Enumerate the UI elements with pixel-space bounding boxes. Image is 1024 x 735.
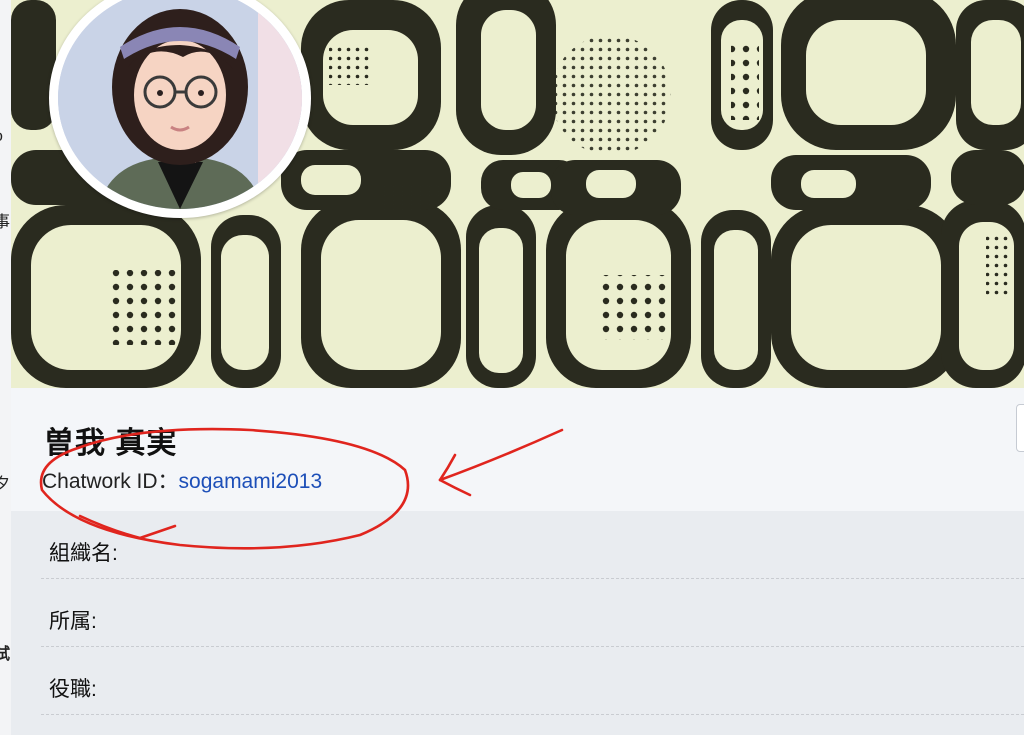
profile-panel: 曽我 真実 Chatwork ID：sogamami2013 組織名: 所属: … [11,0,1024,735]
profile-details: 組織名: 所属: 役職: [11,511,1024,735]
left-edge-text-fragment: 試 [0,640,10,664]
detail-row-organization: 組織名: [41,511,1024,579]
left-edge-text-fragment: o [0,128,3,146]
left-edge-text-fragment: 事 [0,208,10,232]
chatwork-id-label: Chatwork ID： [42,470,179,493]
profile-header: 曽我 真実 Chatwork ID：sogamami2013 [11,388,1024,511]
detail-row-department: 所属: [41,579,1024,647]
chatwork-id-value[interactable]: sogamami2013 [179,470,323,493]
detail-label: 役職: [49,678,97,701]
detail-row-title: 役職: [41,647,1024,715]
detail-label: 所属: [49,610,97,633]
edit-profile-button[interactable] [1016,404,1024,452]
profile-name: 曽我 真実 [44,427,178,460]
detail-label: 組織名: [49,542,118,565]
chatwork-id: Chatwork ID：sogamami2013 [42,465,322,495]
left-edge-text-fragment: 、 [0,555,10,579]
left-edge-text-fragment: 夕 [0,470,10,494]
